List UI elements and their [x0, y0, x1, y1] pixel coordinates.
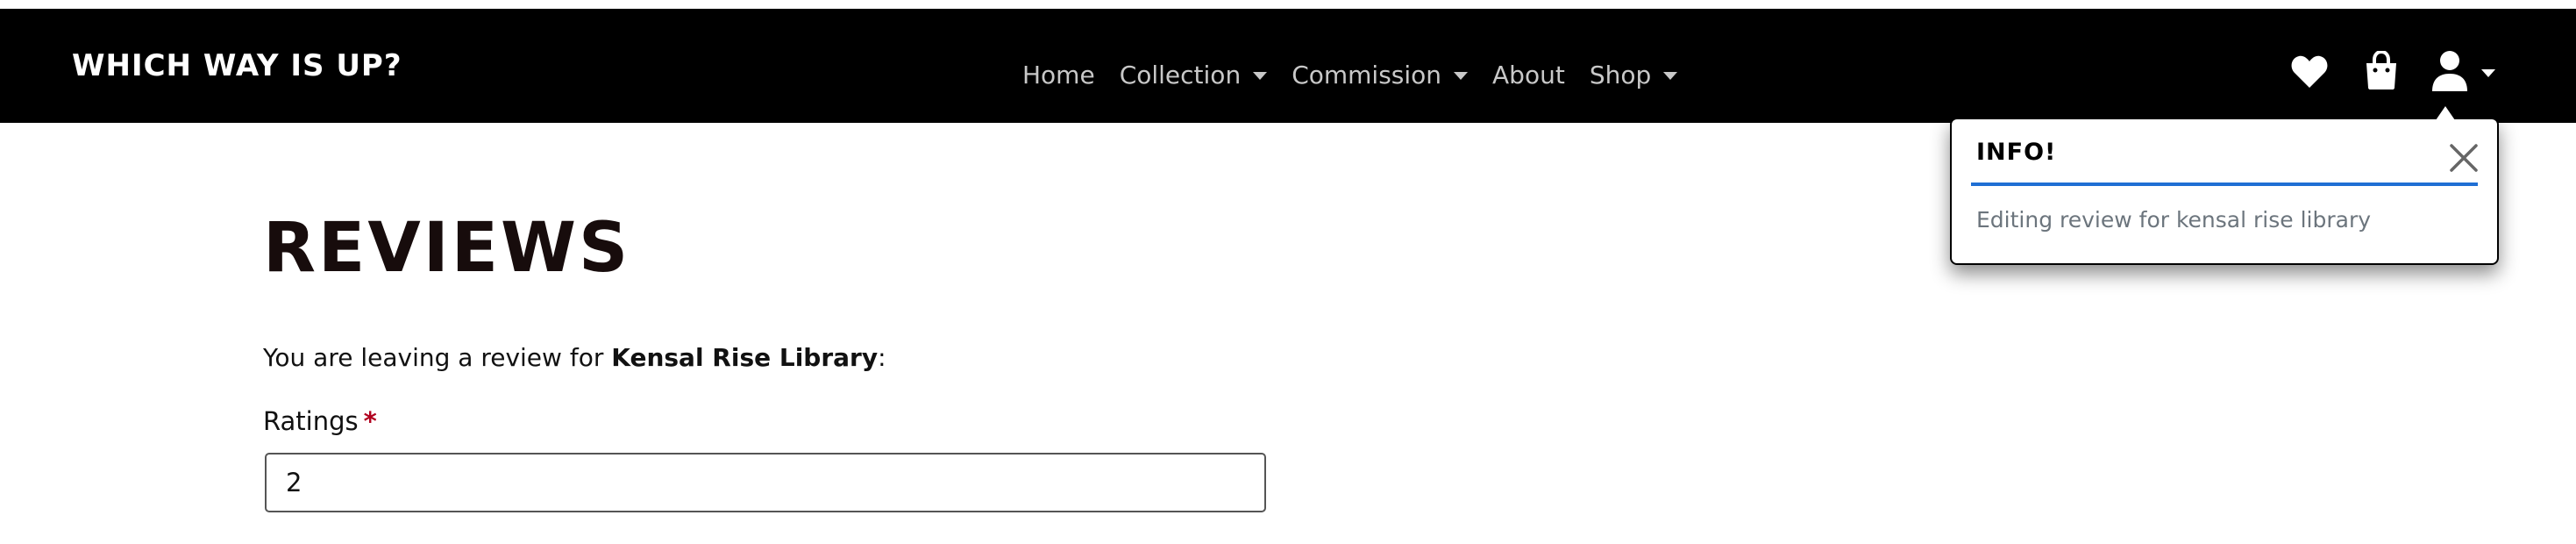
shopping-bag-icon	[2366, 51, 2396, 89]
chevron-down-icon	[1663, 71, 1678, 80]
heart-icon	[2291, 55, 2328, 88]
wishlist-button[interactable]	[2290, 54, 2329, 89]
nav-home-label: Home	[1022, 61, 1095, 89]
nav-commission-label: Commission	[1292, 61, 1442, 89]
site-header: WHICH WAY IS UP? Home Collection Commiss…	[0, 9, 2576, 123]
bag-button[interactable]	[2364, 51, 2399, 89]
toast-message: Editing review for kensal rise library	[1976, 207, 2372, 233]
review-subject: Kensal Rise Library	[611, 343, 879, 372]
nav-about[interactable]: About	[1492, 63, 1565, 88]
toast-pointer-fill	[2436, 106, 2455, 120]
review-intro: You are leaving a review for Kensal Rise…	[263, 346, 886, 370]
nav-home[interactable]: Home	[1022, 63, 1095, 88]
intro-suffix: :	[878, 343, 886, 372]
account-menu-button[interactable]	[2432, 51, 2497, 93]
nav-collection[interactable]: Collection	[1120, 63, 1268, 88]
required-marker: *	[363, 406, 377, 436]
nav-about-label: About	[1492, 61, 1565, 89]
nav-shop[interactable]: Shop	[1589, 61, 1678, 89]
nav-collection-label: Collection	[1119, 61, 1242, 89]
intro-prefix: You are leaving a review for	[263, 343, 612, 372]
toast-title: INFO!	[1976, 139, 2057, 166]
chevron-down-icon	[1454, 71, 1469, 80]
page-title: REVIEWS	[263, 209, 631, 288]
user-icon	[2432, 51, 2467, 91]
close-icon	[2450, 144, 2478, 172]
ratings-label-text: Ratings	[263, 406, 359, 436]
main-nav: Home Collection Commission About Shop	[1022, 56, 1678, 95]
site-logo[interactable]: WHICH WAY IS UP?	[72, 51, 402, 81]
toast-divider	[1971, 183, 2478, 186]
ratings-input[interactable]	[265, 453, 1266, 512]
toast-close-button[interactable]	[2448, 142, 2480, 174]
ratings-label: Ratings *	[263, 409, 377, 434]
info-toast: INFO! Editing review for kensal rise lib…	[1950, 118, 2499, 265]
header-icons	[2287, 51, 2497, 95]
chevron-down-icon	[2481, 69, 2495, 77]
chevron-down-icon	[1253, 71, 1268, 80]
nav-shop-label: Shop	[1589, 61, 1652, 89]
nav-commission[interactable]: Commission	[1292, 61, 1469, 89]
